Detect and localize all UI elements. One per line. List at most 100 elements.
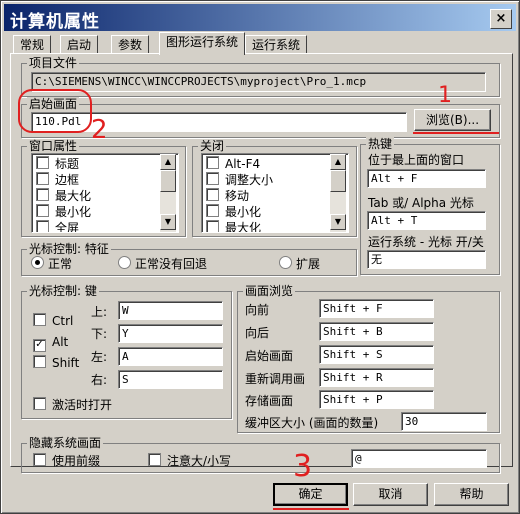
runtime-cursor-label: 运行系统 - 光标 开/关 [368, 235, 484, 249]
window-attributes-list[interactable]: 标题 边框 最大化 最小化 全屏 ▲ ▼ [31, 153, 179, 233]
down-key-input[interactable]: Y [118, 324, 223, 343]
forward-input[interactable]: Shift + F [319, 299, 434, 318]
browse-button[interactable]: 浏览(B)... [414, 109, 491, 131]
use-prefix-checkbox[interactable]: 使用前缀 [33, 453, 100, 468]
window-attributes-scrollbar[interactable]: ▲ ▼ [160, 154, 176, 232]
ctrl-checkbox[interactable]: Ctrl [33, 313, 73, 328]
checkbox[interactable] [206, 204, 219, 217]
checkbox[interactable] [206, 156, 219, 169]
list-item[interactable]: 边框 [36, 172, 79, 187]
checkbox[interactable] [36, 188, 49, 201]
list-item[interactable]: 最小化 [36, 204, 91, 219]
window-attributes-label: 窗口属性 [27, 139, 80, 153]
buffer-size-label: 缓冲区大小 (画面的数量) [245, 416, 379, 430]
tab-graphics-runtime[interactable]: 图形运行系统 [159, 32, 246, 55]
annotation-number-two: 2 [91, 115, 108, 145]
forward-label: 向前 [245, 303, 270, 317]
topmost-window-label: 位于最上面的窗口 [368, 153, 465, 167]
topmost-window-input[interactable]: Alt + F [367, 169, 486, 188]
tab-runtime[interactable]: 运行系统 [245, 35, 308, 54]
close-list[interactable]: Alt-F4 调整大小 移动 最小化 最大化 ▲ ▼ [201, 153, 349, 233]
checkbox[interactable] [36, 172, 49, 185]
checkbox[interactable] [36, 204, 49, 217]
scroll-down-icon[interactable]: ▼ [160, 214, 176, 230]
scroll-thumb[interactable] [330, 170, 346, 192]
list-item[interactable]: 移动 [206, 188, 249, 203]
scroll-thumb[interactable] [160, 170, 176, 192]
list-item[interactable]: 全屏 [36, 220, 79, 232]
cancel-button[interactable]: 取消 [353, 483, 428, 506]
up-key-input[interactable]: W [118, 301, 223, 320]
tab-alpha-cursor-label: Tab 或/ Alpha 光标 [368, 196, 474, 210]
recall-screen-label: 重新调用画 [245, 372, 306, 386]
start-screen-hotkey-label: 启始画面 [245, 349, 294, 363]
annotation-number-one: 1 [438, 83, 452, 108]
down-label: 下: [91, 327, 108, 341]
up-label: 上: [91, 305, 108, 319]
checkbox[interactable] [36, 220, 49, 232]
prefix-input[interactable]: @ [351, 449, 487, 468]
checkbox[interactable] [206, 188, 219, 201]
list-item[interactable]: 调整大小 [206, 172, 273, 187]
tab-general[interactable]: 常规 [13, 35, 52, 54]
project-file-path: C:\SIEMENS\WINCC\WINCCPROJECTS\myproject… [31, 72, 486, 92]
list-item[interactable]: 最大化 [206, 220, 261, 232]
scroll-up-icon[interactable]: ▲ [160, 154, 176, 170]
radio-icon[interactable] [279, 256, 292, 269]
check-icon[interactable]: ✓ [33, 339, 46, 352]
close-list-scrollbar[interactable]: ▲ ▼ [330, 154, 346, 232]
runtime-cursor-input[interactable]: 无 [367, 250, 486, 269]
scroll-up-icon[interactable]: ▲ [330, 154, 346, 170]
close-group-label: 关闭 [198, 139, 227, 153]
tab-parameters[interactable]: 参数 [111, 35, 150, 54]
buffer-size-input[interactable]: 30 [401, 412, 487, 431]
list-item[interactable]: 最小化 [206, 204, 261, 219]
activate-open-checkbox[interactable]: 激活时打开 [33, 397, 112, 412]
annotation-circle [18, 89, 92, 133]
checkbox[interactable] [33, 355, 46, 368]
scroll-down-icon[interactable]: ▼ [330, 214, 346, 230]
right-key-input[interactable]: S [118, 370, 223, 389]
annotation-underline-ok [273, 508, 349, 510]
hide-system-screens-label: 隐藏系统画面 [27, 436, 104, 450]
window-title: 计算机属性 [10, 12, 100, 32]
help-button[interactable]: 帮助 [434, 483, 509, 506]
radio-normal-no-rollback[interactable]: 正常没有回退 [118, 256, 207, 271]
case-sensitive-checkbox[interactable]: 注意大/小写 [148, 453, 231, 468]
screen-browse-label: 画面浏览 [243, 284, 296, 298]
checkbox[interactable] [33, 453, 46, 466]
store-screen-label: 存储画面 [245, 394, 294, 408]
title-bar[interactable]: 计算机属性 × [4, 4, 516, 32]
checkbox[interactable] [33, 397, 46, 410]
radio-icon[interactable] [118, 256, 131, 269]
cursor-keys-label: 光标控制: 键 [27, 284, 99, 298]
close-button[interactable]: × [490, 9, 512, 29]
store-screen-input[interactable]: Shift + P [319, 390, 434, 409]
checkbox[interactable] [206, 220, 219, 232]
checkbox[interactable] [36, 156, 49, 169]
project-file-label: 项目文件 [27, 56, 80, 70]
annotation-number-three: 3 [293, 449, 313, 484]
checkbox[interactable] [148, 453, 161, 466]
checkbox[interactable] [33, 313, 46, 326]
checkbox[interactable] [206, 172, 219, 185]
radio-selected-icon[interactable] [31, 256, 44, 269]
tab-alpha-cursor-input[interactable]: Alt + T [367, 211, 486, 230]
shift-checkbox[interactable]: Shift [33, 355, 79, 370]
list-item[interactable]: Alt-F4 [206, 156, 260, 171]
start-screen-hotkey-input[interactable]: Shift + S [319, 345, 434, 364]
left-label: 左: [91, 350, 108, 364]
alt-checkbox[interactable]: ✓ Alt [33, 335, 68, 352]
radio-normal[interactable]: 正常 [31, 256, 72, 271]
ok-button[interactable]: 确定 [273, 483, 348, 506]
dialog-window: 计算机属性 × 常规 启动 参数 图形运行系统 运行系统 项目文件 C:\SIE… [0, 0, 520, 514]
back-label: 向后 [245, 326, 270, 340]
back-input[interactable]: Shift + B [319, 322, 434, 341]
right-label: 右: [91, 373, 108, 387]
left-key-input[interactable]: A [118, 347, 223, 366]
list-item[interactable]: 最大化 [36, 188, 91, 203]
recall-screen-input[interactable]: Shift + R [319, 368, 434, 387]
tab-startup[interactable]: 启动 [60, 35, 99, 54]
list-item[interactable]: 标题 [36, 156, 79, 171]
radio-extended[interactable]: 扩展 [279, 256, 320, 271]
